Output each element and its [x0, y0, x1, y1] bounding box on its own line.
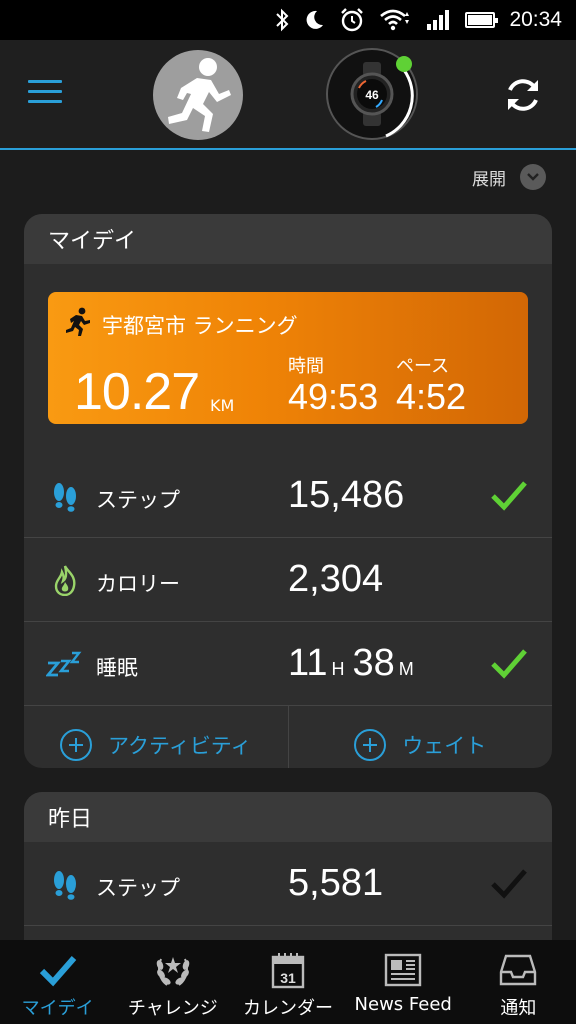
sleep-minutes-unit: M	[398, 659, 414, 679]
calendar-icon: 31	[270, 950, 306, 990]
bottom-nav: マイデイ チャレンジ 31 カレンダー News Feed 通知	[0, 940, 576, 1024]
yesterday-steps-label: ステップ	[96, 876, 180, 900]
yesterday-steps-value: 5,581	[288, 862, 384, 904]
check-icon	[490, 646, 528, 684]
nav-my-day[interactable]: マイデイ	[0, 940, 115, 1024]
calories-label: カロリー	[96, 572, 180, 596]
footsteps-icon	[50, 480, 80, 512]
yesterday-steps-row[interactable]: ステップ 5,581	[24, 842, 552, 926]
laurel-icon	[153, 950, 193, 990]
sync-icon[interactable]	[502, 74, 544, 116]
activity-title: 宇都宮市 ランニング	[102, 314, 298, 338]
nav-notifications-label: 通知	[500, 998, 537, 1019]
activity-time-value: 49:53	[288, 376, 379, 417]
nav-challenges[interactable]: チャレンジ	[115, 940, 230, 1024]
steps-row[interactable]: ステップ 15,486	[24, 454, 552, 538]
wifi-icon	[379, 0, 411, 40]
activity-pace-label: ペース	[396, 356, 450, 377]
hamburger-icon[interactable]	[28, 80, 62, 106]
my-day-title: マイデイ	[24, 214, 552, 264]
add-activity-button[interactable]: アクティビティ	[24, 706, 288, 768]
activity-card[interactable]: 宇都宮市 ランニング 10.27 KM 時間 49:53 ペース 4:52	[48, 292, 528, 424]
plus-circle-icon	[354, 729, 387, 761]
nav-calendar[interactable]: 31 カレンダー	[230, 940, 345, 1024]
add-weight-label: ウェイト	[402, 734, 487, 758]
moon-icon	[303, 0, 325, 40]
sleep-hours: 11	[288, 642, 328, 684]
check-icon	[38, 950, 78, 990]
actions-row: アクティビティ ウェイト	[24, 706, 552, 768]
flame-icon	[50, 564, 80, 596]
calendar-day: 31	[280, 970, 296, 986]
watch-icon: 46	[350, 62, 394, 126]
expand-toggle[interactable]: 展開	[472, 164, 546, 190]
sleep-value: 11 H 38 M	[288, 642, 422, 685]
activity-pace-value: 4:52	[396, 376, 467, 417]
nav-news-feed[interactable]: News Feed	[346, 940, 461, 1024]
running-icon	[62, 306, 94, 342]
avatar[interactable]	[153, 50, 243, 140]
calories-row[interactable]: カロリー 2,304	[24, 538, 552, 622]
steps-label: ステップ	[96, 488, 180, 512]
status-bar: 20:34	[0, 0, 576, 40]
status-time: 20:34	[509, 8, 562, 31]
calories-value: 2,304	[288, 558, 384, 600]
expand-label: 展開	[472, 169, 506, 190]
sleep-row[interactable]: 睡眠 11 H 38 M	[24, 622, 552, 706]
device-watch[interactable]: 46	[326, 48, 418, 140]
nav-my-day-label: マイデイ	[21, 998, 94, 1019]
check-icon	[490, 866, 528, 904]
app-header: 46	[0, 40, 576, 150]
nav-news-feed-label: News Feed	[354, 994, 452, 1015]
alarm-icon	[339, 0, 365, 40]
activity-time-label: 時間	[288, 356, 324, 377]
my-day-card: マイデイ 宇都宮市 ランニング 10.27 KM 時間 49:53 ペース 4:…	[24, 214, 552, 768]
activity-distance-unit: KM	[210, 396, 235, 415]
nav-challenges-label: チャレンジ	[127, 998, 218, 1019]
activity-distance: 10.27	[74, 363, 200, 421]
bluetooth-icon	[275, 0, 289, 40]
nav-calendar-label: カレンダー	[243, 998, 333, 1019]
check-icon	[490, 478, 528, 516]
add-weight-button[interactable]: ウェイト	[287, 706, 553, 768]
inbox-icon	[498, 950, 538, 990]
runner-avatar-icon	[168, 58, 231, 132]
steps-value: 15,486	[288, 474, 405, 516]
newspaper-icon	[383, 950, 423, 990]
nav-notifications[interactable]: 通知	[461, 940, 576, 1024]
signal-icon	[425, 0, 451, 40]
sleep-hours-unit: H	[331, 659, 345, 679]
sleep-icon	[46, 648, 82, 680]
add-activity-label: アクティビティ	[108, 734, 252, 758]
battery-icon	[465, 0, 499, 40]
plus-circle-icon	[60, 729, 93, 761]
sleep-label: 睡眠	[96, 656, 138, 680]
device-time: 46	[365, 88, 379, 102]
footsteps-icon	[50, 868, 80, 900]
sleep-minutes: 38	[352, 642, 395, 684]
yesterday-title: 昨日	[24, 792, 552, 842]
chevron-down-icon	[520, 164, 546, 190]
